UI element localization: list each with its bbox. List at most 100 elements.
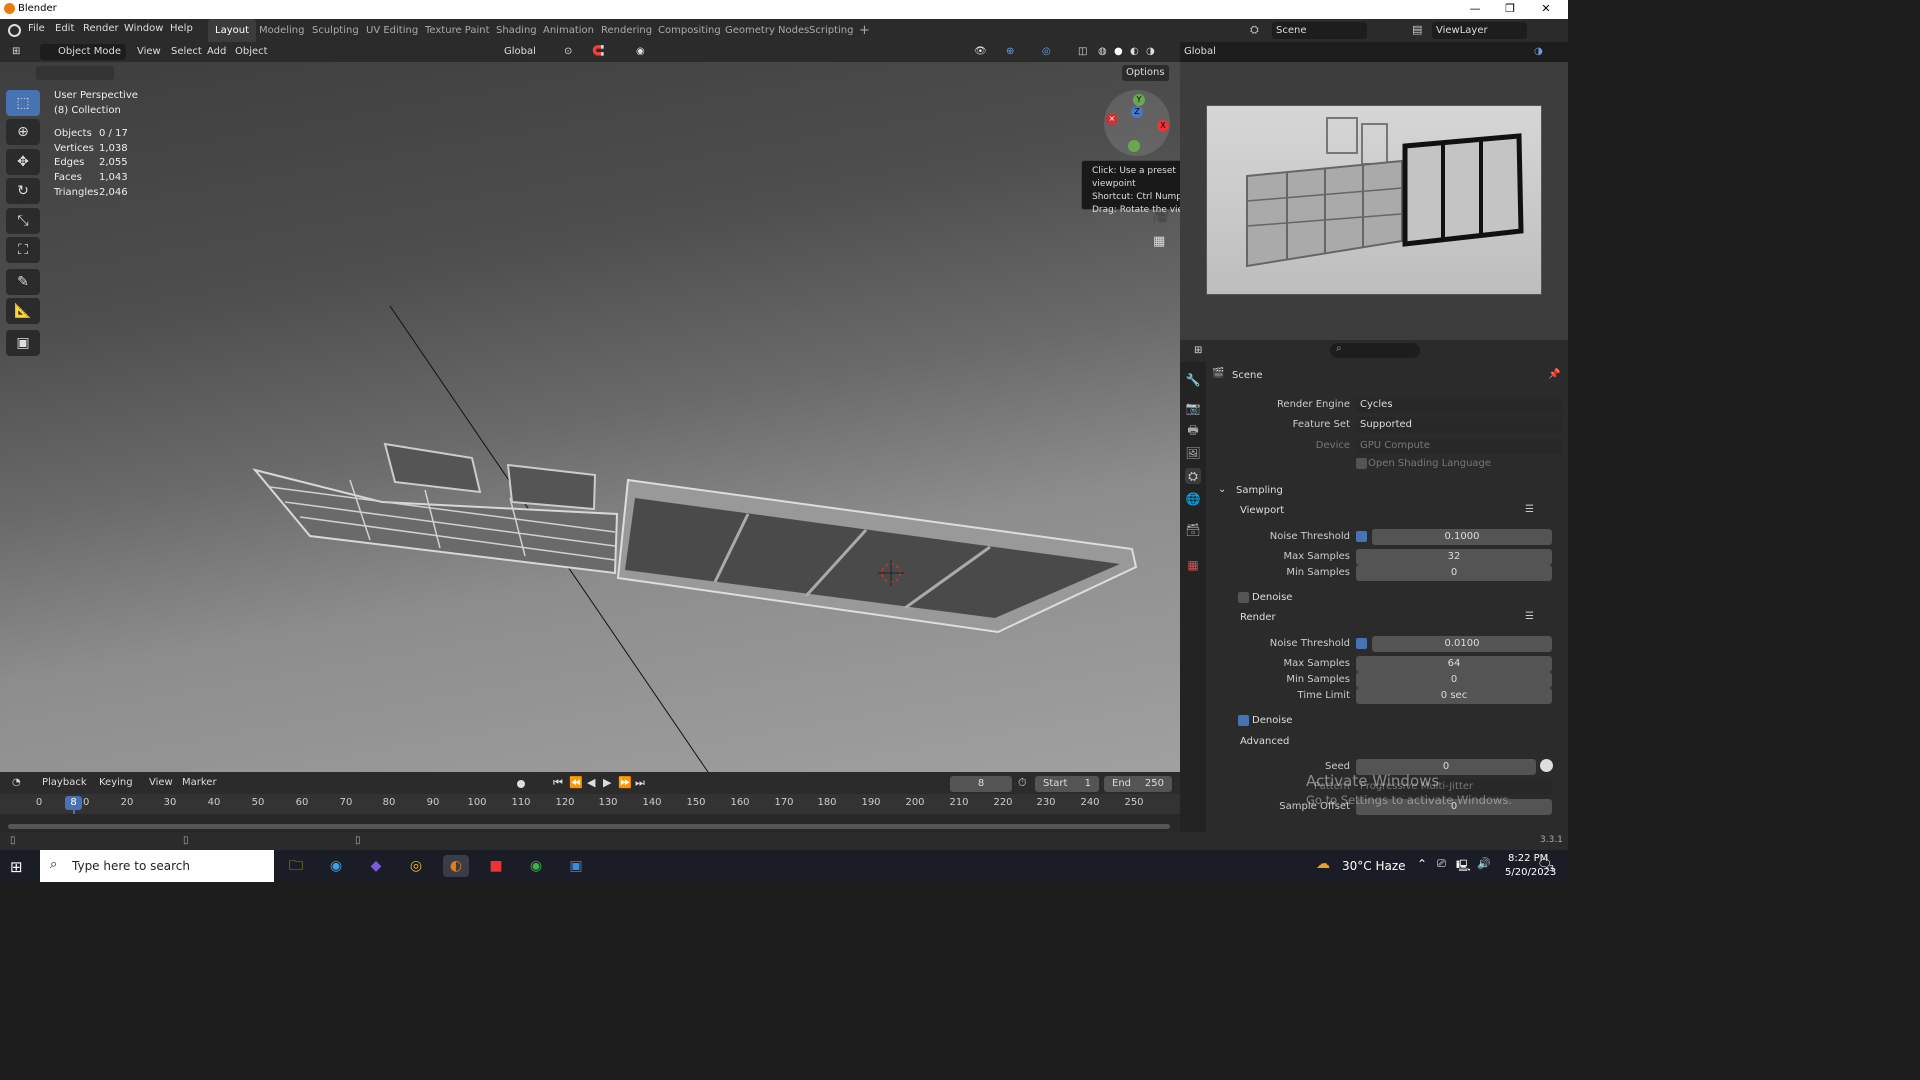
tab-texture-paint[interactable]: Texture Paint bbox=[418, 19, 497, 42]
texture-tab-icon[interactable]: ▦ bbox=[1185, 557, 1201, 573]
next-keyframe-icon[interactable]: ⏩ bbox=[618, 776, 632, 789]
record-icon[interactable] bbox=[517, 780, 525, 788]
view-menu[interactable]: View bbox=[145, 775, 177, 791]
feature-set-dropdown[interactable]: Supported bbox=[1356, 417, 1562, 433]
current-frame-field[interactable]: 8 bbox=[950, 776, 1012, 792]
network-icon[interactable]: ⎚ bbox=[1437, 857, 1446, 871]
minimize-button[interactable]: — bbox=[1458, 1, 1492, 17]
timeline-ruler[interactable]: 0 10 20 30 40 50 60 70 80 90 100 110 120… bbox=[0, 794, 1180, 832]
gizmo-y-axis[interactable]: Y bbox=[1133, 94, 1145, 106]
menu-object[interactable]: Object bbox=[231, 44, 272, 60]
keying-menu[interactable]: Keying bbox=[95, 775, 137, 791]
tab-layout[interactable]: Layout bbox=[208, 19, 256, 42]
r-min-samples-field[interactable]: 0 bbox=[1356, 672, 1552, 688]
file-explorer-icon[interactable]: 🗀 bbox=[283, 855, 309, 877]
render-preview-viewport[interactable] bbox=[1180, 62, 1568, 340]
start-frame-field[interactable]: Start 1 bbox=[1035, 776, 1099, 792]
app-icon[interactable]: ◆ bbox=[363, 855, 389, 877]
menu-render[interactable]: Render bbox=[83, 23, 119, 34]
r-denoise-label[interactable]: Denoise bbox=[1252, 715, 1292, 726]
menu-window[interactable]: Window bbox=[124, 23, 163, 34]
render-subpanel-header[interactable]: Render bbox=[1240, 612, 1276, 623]
navigation-gizmo[interactable]: Y Z × X bbox=[1104, 90, 1170, 156]
gizmo-x-axis[interactable]: X bbox=[1157, 120, 1169, 132]
taskbar-search-box[interactable]: ⌕ Type here to search bbox=[40, 850, 274, 882]
sampling-panel-header[interactable]: Sampling bbox=[1236, 485, 1283, 496]
osl-checkbox[interactable] bbox=[1356, 458, 1367, 469]
pivot-icon[interactable]: ⊙ bbox=[560, 44, 576, 60]
timeline-editor-icon[interactable]: ◔ bbox=[8, 775, 25, 791]
r-noise-threshold-field[interactable]: 0.0100 bbox=[1372, 636, 1552, 652]
menu-edit[interactable]: Edit bbox=[55, 23, 74, 34]
r-max-samples-field[interactable]: 64 bbox=[1356, 656, 1552, 672]
render-tab-icon[interactable]: 📷 bbox=[1185, 400, 1201, 416]
blender-taskbar-icon[interactable]: ◐ bbox=[443, 855, 469, 877]
r-time-limit-field[interactable]: 0 sec bbox=[1356, 688, 1552, 704]
playback-menu[interactable]: Playback bbox=[38, 775, 91, 791]
gizmo-y-neg-axis[interactable] bbox=[1128, 140, 1140, 152]
vp-min-samples-field[interactable]: 0 bbox=[1356, 565, 1552, 581]
properties-search-input[interactable]: ⌕ bbox=[1330, 343, 1420, 358]
speaker-icon[interactable]: 🔊 bbox=[1477, 857, 1491, 870]
visibility-icon[interactable]: 👁 bbox=[970, 44, 991, 60]
device-dropdown[interactable]: GPU Compute bbox=[1356, 438, 1562, 454]
timeline-scrollbar[interactable] bbox=[8, 824, 1170, 829]
jump-start-icon[interactable]: ⏮ bbox=[553, 776, 563, 790]
tab-uv-editing[interactable]: UV Editing bbox=[359, 19, 425, 42]
chrome-canary-icon[interactable]: ◎ bbox=[403, 855, 429, 877]
photos-icon[interactable]: ▣ bbox=[563, 855, 589, 877]
tool-tab-icon[interactable]: 🔧 bbox=[1185, 372, 1201, 388]
scene-tab-icon[interactable]: ⛭ bbox=[1185, 468, 1201, 484]
xray-icon[interactable]: ◫ bbox=[1074, 44, 1091, 60]
gizmo-toggle-icon[interactable]: ⊕ bbox=[1002, 44, 1018, 60]
scene-field[interactable]: Scene bbox=[1272, 22, 1367, 39]
weather-text[interactable]: 30°C Haze bbox=[1342, 859, 1406, 873]
timeline-body[interactable] bbox=[0, 814, 1180, 832]
output-tab-icon[interactable]: 🖶 bbox=[1185, 422, 1201, 438]
menu-add[interactable]: Add bbox=[203, 44, 230, 60]
prev-keyframe-icon[interactable]: ⏪ bbox=[569, 776, 583, 789]
menu-file[interactable]: File bbox=[28, 23, 45, 34]
jump-end-icon[interactable]: ⏭ bbox=[635, 776, 645, 790]
list-icon[interactable]: ☰ bbox=[1525, 611, 1534, 622]
menu-view[interactable]: View bbox=[133, 44, 165, 60]
snap-icon[interactable]: 🧲 bbox=[588, 44, 608, 60]
vp-max-samples-field[interactable]: 32 bbox=[1356, 549, 1552, 565]
play-reverse-icon[interactable]: ◀ bbox=[587, 776, 595, 789]
maximize-button[interactable]: ❐ bbox=[1493, 1, 1527, 17]
menu-help[interactable]: Help bbox=[170, 23, 193, 34]
mode-dropdown[interactable]: Object Mode bbox=[40, 44, 126, 60]
list-icon[interactable]: ☰ bbox=[1525, 504, 1534, 515]
gizmo-z-axis[interactable]: Z bbox=[1131, 106, 1143, 118]
tab-rendering[interactable]: Rendering bbox=[594, 19, 659, 42]
windows-start-icon[interactable]: ⊞ bbox=[10, 858, 23, 876]
playhead[interactable]: 8 bbox=[65, 796, 82, 810]
solid-shading-icon[interactable]: ● bbox=[1110, 44, 1127, 60]
video-app-icon[interactable]: ■ bbox=[483, 855, 509, 877]
view-layer-field[interactable]: ViewLayer bbox=[1432, 22, 1527, 39]
tab-modeling[interactable]: Modeling bbox=[252, 19, 312, 42]
material-shading-icon[interactable]: ◐ bbox=[1126, 44, 1143, 60]
rendered-shading-icon[interactable]: ◑ bbox=[1142, 44, 1159, 60]
vp-denoise-checkbox[interactable] bbox=[1238, 592, 1249, 603]
orientation-dropdown[interactable]: Global bbox=[490, 44, 540, 60]
ortho-toggle-icon[interactable]: ▦ bbox=[1153, 234, 1165, 249]
gizmo-x-neg-axis[interactable]: × bbox=[1106, 113, 1118, 125]
add-workspace-button[interactable]: + bbox=[852, 19, 877, 42]
close-button[interactable]: ✕ bbox=[1529, 1, 1563, 17]
volume-icon[interactable]: 🖳 bbox=[1456, 857, 1471, 876]
preview-orientation-dropdown[interactable]: Global bbox=[1180, 44, 1220, 60]
end-frame-field[interactable]: End 250 bbox=[1104, 776, 1172, 792]
advanced-subpanel-header[interactable]: Advanced bbox=[1240, 736, 1289, 747]
overlay-toggle-icon[interactable]: ◎ bbox=[1038, 44, 1055, 60]
vp-denoise-label[interactable]: Denoise bbox=[1252, 592, 1292, 603]
preview-rendered-shading-icon[interactable]: ◑ bbox=[1530, 44, 1547, 60]
weather-icon[interactable]: ☁ bbox=[1316, 856, 1330, 872]
vp-noise-threshold-checkbox[interactable] bbox=[1356, 531, 1367, 542]
vp-noise-threshold-field[interactable]: 0.1000 bbox=[1372, 529, 1552, 545]
world-tab-icon[interactable]: 🌐 bbox=[1185, 491, 1201, 507]
render-engine-dropdown[interactable]: Cycles bbox=[1356, 397, 1562, 413]
clock-icon[interactable] bbox=[1540, 759, 1553, 772]
view-layer-tab-icon[interactable]: 🖼 bbox=[1185, 445, 1201, 461]
collection-tab-icon[interactable]: 🗃 bbox=[1185, 522, 1201, 538]
